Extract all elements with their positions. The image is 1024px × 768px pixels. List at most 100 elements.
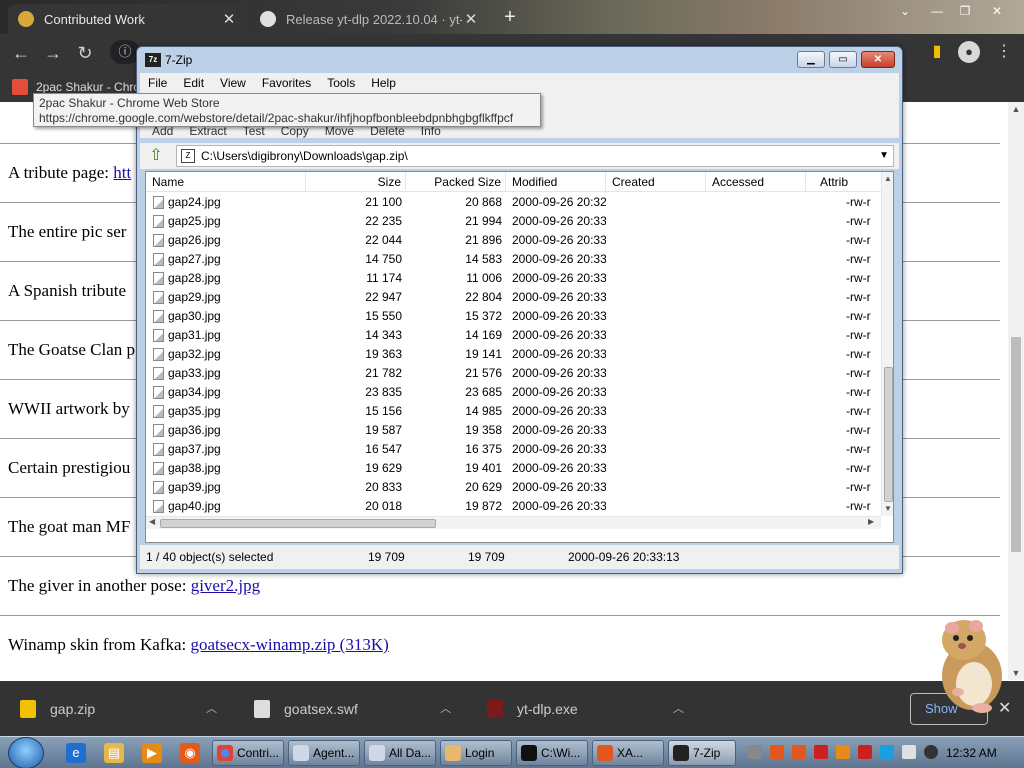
close-button[interactable]: ✕ [861, 51, 895, 68]
tray-app-icon[interactable] [924, 745, 938, 759]
taskbar-7zip[interactable]: 7-Zip [668, 740, 736, 766]
file-row[interactable]: gap30.jpg 15 550 15 372 2000-09-26 20:33 -rw… [146, 307, 881, 326]
file-row[interactable]: gap36.jpg 19 587 19 358 2000-09-26 20:33 -rw… [146, 421, 881, 440]
file-row[interactable]: gap37.jpg 16 547 16 375 2000-09-26 20:33 -rw… [146, 440, 881, 459]
menu-edit[interactable]: Edit [175, 76, 212, 90]
file-row[interactable]: gap38.jpg 19 629 19 401 2000-09-26 20:33 -rw… [146, 459, 881, 478]
tray-vlc-icon[interactable] [814, 745, 828, 759]
chevron-up-icon[interactable]: ︿ [673, 700, 684, 716]
file-row[interactable]: gap29.jpg 22 947 22 804 2000-09-26 20:33 -rw… [146, 288, 881, 307]
file-list-horizontal-scrollbar[interactable]: ◀ ▶ [146, 516, 881, 529]
folder-up-icon[interactable]: ⇧ [146, 146, 166, 166]
tray-app-icon[interactable] [748, 745, 762, 759]
taskbar-xampp[interactable]: XA... [592, 740, 664, 766]
file-attrib: -rw-r [846, 404, 871, 418]
row-text: The giver in another pose: giver2.jpg [8, 576, 260, 596]
column-accessed[interactable]: Accessed [706, 172, 806, 192]
column-size[interactable]: Size [306, 172, 406, 192]
file-row[interactable]: gap25.jpg 22 235 21 994 2000-09-26 20:33 -rw… [146, 212, 881, 231]
forward-arrow-icon[interactable]: → [42, 42, 64, 64]
7zip-titlebar[interactable]: 7z 7-Zip ▁ ▭ ✕ [137, 47, 902, 73]
download-item-goatsex-swf[interactable]: goatsex.swf ︿ [254, 681, 464, 736]
file-size: 21 100 [365, 195, 402, 209]
column-name[interactable]: Name [146, 172, 306, 192]
row-link[interactable]: giver2.jpg [191, 576, 260, 595]
scroll-down-arrow-icon[interactable]: ▼ [884, 504, 892, 513]
file-row[interactable]: gap32.jpg 19 363 19 141 2000-09-26 20:33 -rw… [146, 345, 881, 364]
file-row[interactable]: gap35.jpg 15 156 14 985 2000-09-26 20:33 -rw… [146, 402, 881, 421]
page-scrollbar[interactable]: ▲ ▼ [1008, 102, 1024, 680]
path-field[interactable]: Z C:\Users\digibrony\Downloads\gap.zip\ … [176, 145, 894, 167]
file-explorer-icon[interactable]: ▤ [104, 743, 124, 763]
scroll-right-arrow-icon[interactable]: ▶ [868, 517, 874, 526]
minimize-button[interactable]: ▁ [797, 51, 825, 68]
media-player-icon[interactable]: ▶ [142, 743, 162, 763]
scroll-up-arrow-icon[interactable]: ▲ [1008, 102, 1024, 116]
tray-volume-icon[interactable] [902, 745, 916, 759]
close-tab-icon[interactable]: ✕ [462, 10, 480, 28]
file-row[interactable]: gap24.jpg 21 100 20 868 2000-09-26 20:32 -rw… [146, 193, 881, 212]
column-attrib[interactable]: Attrib [806, 172, 881, 192]
taskbar-clock[interactable]: 12:32 AM [946, 746, 997, 760]
browser-menu-icon[interactable]: ⋮ [996, 41, 1012, 63]
tab-search-icon[interactable]: ⌄ [892, 2, 918, 20]
column-created[interactable]: Created [606, 172, 706, 192]
taskbar-agent[interactable]: Agent... [288, 740, 360, 766]
file-row[interactable]: gap31.jpg 14 343 14 169 2000-09-26 20:33 -rw… [146, 326, 881, 345]
tab-contributed-work[interactable]: Contributed Work ✕ [8, 4, 248, 34]
close-tab-icon[interactable]: ✕ [220, 10, 238, 28]
file-row[interactable]: gap27.jpg 14 750 14 583 2000-09-26 20:33 -rw… [146, 250, 881, 269]
column-packed-size[interactable]: Packed Size [406, 172, 506, 192]
taskbar-all-data[interactable]: All Da... [364, 740, 436, 766]
profile-avatar-icon[interactable]: ● [958, 41, 980, 63]
taskbar-login[interactable]: Login [440, 740, 512, 766]
column-modified[interactable]: Modified [506, 172, 606, 192]
tray-search-icon[interactable] [836, 745, 850, 759]
scrollbar-thumb[interactable] [884, 367, 893, 502]
menu-help[interactable]: Help [363, 76, 404, 90]
file-row[interactable]: gap40.jpg 20 018 19 872 2000-09-26 20:33 -rw… [146, 497, 881, 516]
reload-icon[interactable]: ↻ [74, 42, 96, 64]
taskbar-cmd[interactable]: C:\Wi... [516, 740, 588, 766]
row-link[interactable]: goatsecx-winamp.zip (313K) [191, 635, 389, 654]
back-arrow-icon[interactable]: ← [10, 42, 32, 64]
download-item-gap-zip[interactable]: gap.zip ︿ [20, 681, 230, 736]
start-button[interactable] [8, 737, 44, 768]
minimize-window-button[interactable]: — [924, 2, 950, 20]
scroll-left-arrow-icon[interactable]: ◀ [149, 517, 155, 526]
menu-tools[interactable]: Tools [319, 76, 363, 90]
download-item-yt-dlp-exe[interactable]: yt-dlp.exe ︿ [487, 681, 697, 736]
menu-favorites[interactable]: Favorites [254, 76, 319, 90]
file-row[interactable]: gap39.jpg 20 833 20 629 2000-09-26 20:33 -rw… [146, 478, 881, 497]
tray-xampp-icon[interactable] [770, 745, 784, 759]
chevron-down-icon[interactable]: ▼ [879, 146, 889, 166]
file-row[interactable]: gap34.jpg 23 835 23 685 2000-09-26 20:33 -rw… [146, 383, 881, 402]
taskbar-chrome[interactable]: Contri... [212, 740, 284, 766]
menu-file[interactable]: File [140, 76, 175, 90]
tab-yt-dlp-release[interactable]: Release yt-dlp 2022.10.04 · yt-dl ✕ [250, 4, 490, 34]
row-link[interactable]: htt [113, 163, 131, 182]
chevron-up-icon[interactable]: ︿ [440, 700, 451, 716]
file-list-vertical-scrollbar[interactable]: ▲ ▼ [881, 172, 893, 516]
file-packed: 14 169 [465, 328, 502, 342]
scrollbar-thumb[interactable] [160, 519, 436, 528]
chevron-up-icon[interactable]: ︿ [206, 700, 217, 716]
file-row[interactable]: gap26.jpg 22 044 21 896 2000-09-26 20:33 -rw… [146, 231, 881, 250]
file-row[interactable]: gap28.jpg 11 174 11 006 2000-09-26 20:33 -rw… [146, 269, 881, 288]
tray-flag-icon[interactable] [858, 745, 872, 759]
restore-window-button[interactable]: ❐ [952, 2, 978, 20]
extension-icon[interactable]: ▮ [928, 43, 946, 61]
internet-explorer-icon[interactable]: e [66, 743, 86, 763]
close-window-button[interactable]: ✕ [984, 2, 1010, 20]
scroll-down-arrow-icon[interactable]: ▼ [1008, 666, 1024, 680]
tray-xampp-icon[interactable] [792, 745, 806, 759]
file-name: gap29.jpg [168, 290, 221, 304]
scroll-up-arrow-icon[interactable]: ▲ [884, 174, 892, 183]
new-tab-button[interactable]: + [498, 6, 522, 28]
maximize-button[interactable]: ▭ [829, 51, 857, 68]
scrollbar-thumb[interactable] [1011, 337, 1021, 552]
tray-network-icon[interactable] [880, 745, 894, 759]
firefox-icon[interactable]: ◉ [180, 743, 200, 763]
file-row[interactable]: gap33.jpg 21 782 21 576 2000-09-26 20:33 -rw… [146, 364, 881, 383]
menu-view[interactable]: View [212, 76, 254, 90]
